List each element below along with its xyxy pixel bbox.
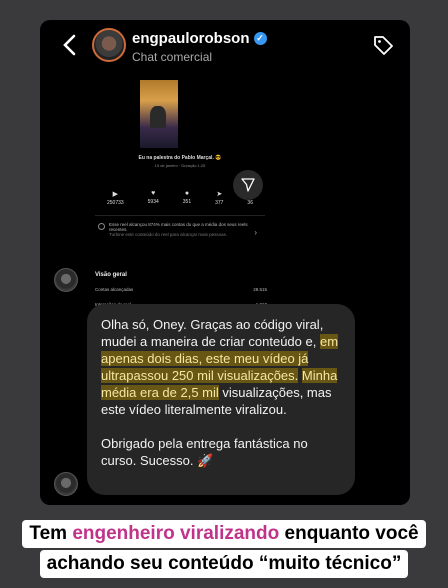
stat-shares: ➤ 377 [215,191,224,206]
message-bubble[interactable]: Olha só, Oney. Graças ao código viral, m… [87,304,355,495]
play-icon: ▶ [112,191,119,198]
chat-screen: engpaulorobson ✓ Chat comercial Eu na pa… [40,20,410,505]
stat-plays: ▶ 250733 [106,191,124,206]
stat-likes: ♥ 5934 [147,190,159,205]
reach-subtext: Turbine este conteúdo do reel para alcan… [109,232,228,237]
overview-row: Contas alcançadas 28.515 [95,287,267,292]
heart-icon: ♥ [151,190,156,197]
chevron-left-icon[interactable] [60,34,80,56]
banner-line-1: Tem engenheiro viralizando enquanto você [22,520,426,548]
sender-avatar[interactable] [54,268,78,292]
post-thumbnail[interactable] [140,80,178,148]
overview-title: Visão geral [95,272,127,278]
verified-badge-icon: ✓ [253,32,267,45]
message-closing: Obrigado pela entrega fantástica no curs… [101,436,308,468]
chat-subtitle: Chat comercial [132,50,213,64]
tag-icon[interactable] [372,34,394,56]
share-icon: ➤ [216,191,223,198]
chat-header: engpaulorobson ✓ Chat comercial [40,20,410,74]
comment-icon: ● [184,190,190,197]
reach-insight[interactable]: Esse reel alcançou 874% mais contas do q… [95,215,265,250]
username[interactable]: engpaulorobson ✓ [132,30,267,47]
info-icon [98,223,105,230]
username-text: engpaulorobson [132,30,250,47]
sender-avatar[interactable] [54,472,78,496]
send-icon [241,178,255,192]
post-date: 15 de janeiro · Duração 1:25 [154,163,206,168]
post-caption: Eu na palestra do Pablo Marçal. 😎 [138,155,222,161]
shared-post-card[interactable]: Eu na palestra do Pablo Marçal. 😎 15 de … [95,80,280,255]
banner-line-2: achando seu conteúdo “muito técnico” [39,550,409,578]
reach-text: Esse reel alcançou 874% mais contas do q… [109,222,248,232]
stat-comments: ● 351 [182,190,192,205]
chevron-right-icon: › [254,228,257,237]
share-button[interactable] [233,170,263,200]
avatar[interactable] [92,28,126,62]
caption-banner: Tem engenheiro viralizando enquanto você… [4,520,444,582]
